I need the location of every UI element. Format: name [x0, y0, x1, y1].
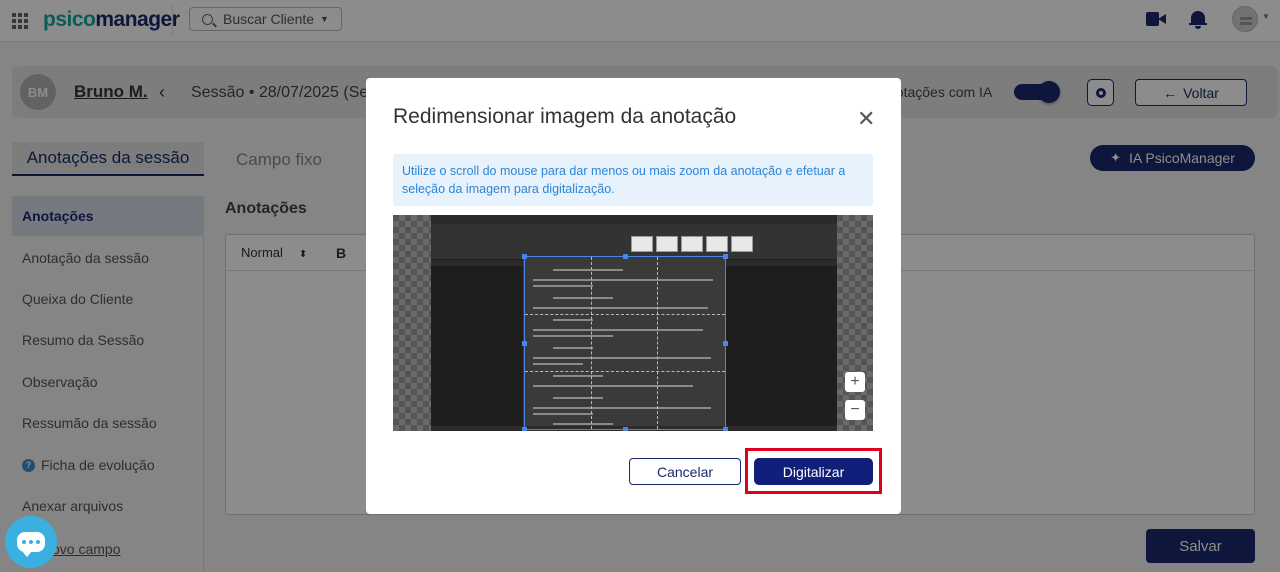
crop-handle[interactable]: [623, 254, 628, 259]
digitalize-button[interactable]: Digitalizar: [754, 458, 873, 485]
modal-title: Redimensionar imagem da anotação: [393, 105, 737, 128]
resize-image-modal: Redimensionar imagem da anotação ✕ Utili…: [366, 78, 901, 514]
crop-handle[interactable]: [623, 427, 628, 431]
close-icon[interactable]: ✕: [857, 106, 875, 132]
crop-handle[interactable]: [522, 254, 527, 259]
crop-selection[interactable]: [522, 254, 728, 431]
chat-icon: [17, 532, 45, 557]
crop-handle[interactable]: [723, 427, 728, 431]
zoom-in-button[interactable]: +: [845, 372, 865, 392]
crop-handle[interactable]: [522, 341, 527, 346]
zoom-out-button[interactable]: −: [845, 400, 865, 420]
image-crop-preview[interactable]: + −: [393, 215, 873, 431]
cancel-button[interactable]: Cancelar: [629, 458, 741, 485]
chat-support-button[interactable]: [5, 516, 57, 568]
crop-handle[interactable]: [723, 254, 728, 259]
crop-handle[interactable]: [522, 427, 527, 431]
info-message: Utilize o scroll do mouse para dar menos…: [393, 154, 873, 206]
crop-handle[interactable]: [723, 341, 728, 346]
